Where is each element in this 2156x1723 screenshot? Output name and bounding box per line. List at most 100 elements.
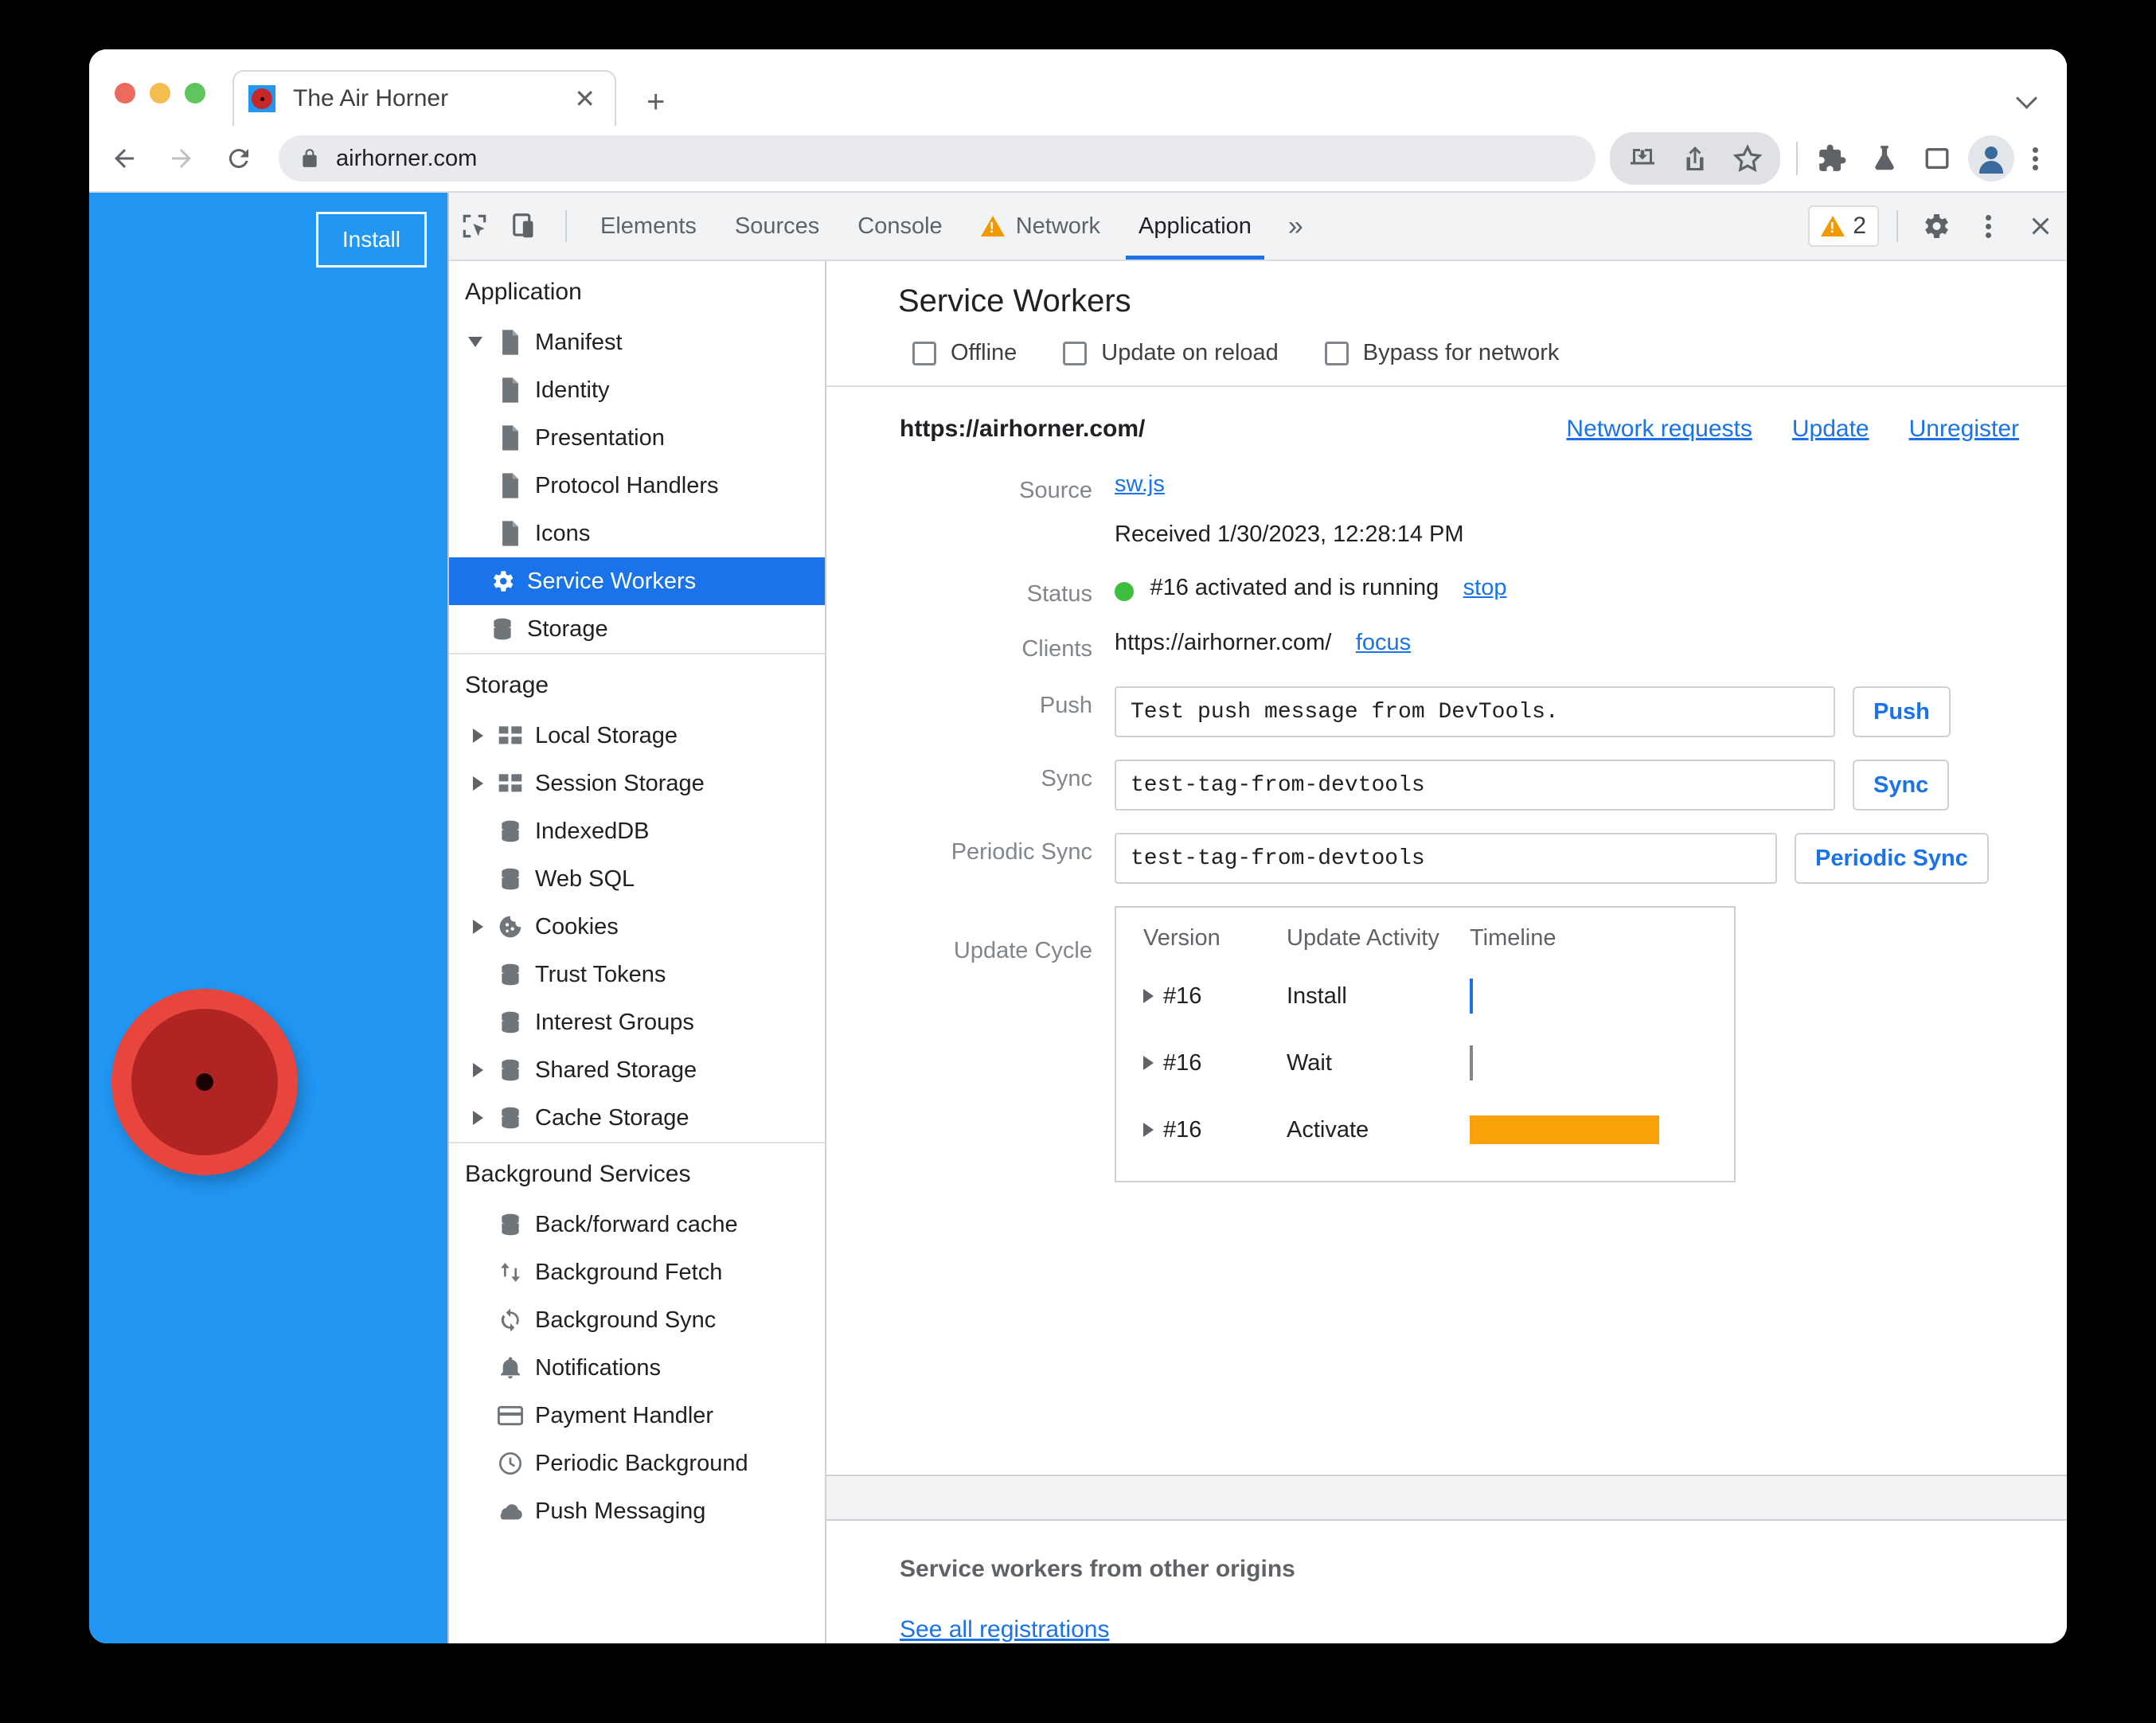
checkbox-update-on-reload[interactable] <box>1063 341 1088 365</box>
periodic-sync-button[interactable]: Periodic Sync <box>1795 833 1989 884</box>
warning-badge[interactable]: 2 <box>1808 205 1879 247</box>
table-row[interactable]: #16 Activate <box>1143 1096 1734 1163</box>
chevron-right-icon[interactable] <box>1143 1123 1154 1137</box>
close-icon[interactable]: ✕ <box>569 86 600 111</box>
air-horn-button[interactable] <box>111 989 298 1175</box>
inspect-element-icon[interactable] <box>449 193 500 260</box>
sidebar-item-interest-groups[interactable]: Interest Groups <box>449 998 825 1046</box>
cookie-icon <box>492 909 529 944</box>
update-link[interactable]: Update <box>1792 416 1869 443</box>
table-row[interactable]: #16 Install <box>1143 963 1734 1030</box>
toggle-bypass-for-network[interactable]: Bypass for network <box>1310 340 1560 366</box>
sidebar-item-background-sync[interactable]: Background Sync <box>449 1296 825 1344</box>
flask-icon[interactable] <box>1861 135 1908 182</box>
more-tabs-button[interactable]: » <box>1271 193 1321 260</box>
browser-window: The Air Horner ✕ + airhorner.com Install… <box>89 49 2067 1643</box>
sidebar-item-presentation[interactable]: Presentation <box>449 414 825 462</box>
sidebar-item-shared-storage[interactable]: Shared Storage <box>449 1046 825 1094</box>
sidebar-item-cookies[interactable]: Cookies <box>449 903 825 951</box>
window-close-button[interactable] <box>115 83 135 104</box>
sidebar-item-trust-tokens[interactable]: Trust Tokens <box>449 951 825 998</box>
sidebar-item-payment-handler[interactable]: Payment Handler <box>449 1392 825 1440</box>
row-activity: Activate <box>1287 1116 1369 1143</box>
sidebar-item-identity[interactable]: Identity <box>449 366 825 414</box>
toggle-label: Bypass for network <box>1362 340 1560 365</box>
window-maximize-button[interactable] <box>185 83 205 104</box>
chevron-down-icon[interactable] <box>2017 91 2038 102</box>
star-icon[interactable] <box>1724 135 1771 182</box>
close-icon[interactable] <box>2014 193 2067 260</box>
tab-sources[interactable]: Sources <box>716 193 838 260</box>
side-panel-icon[interactable] <box>1914 135 1960 182</box>
sidebar-item-label: Session Storage <box>535 770 705 796</box>
sidebar-item-protocol-handlers[interactable]: Protocol Handlers <box>449 462 825 510</box>
sidebar-item-push-messaging[interactable]: Push Messaging <box>449 1487 825 1535</box>
install-app-icon[interactable] <box>1619 135 1666 182</box>
new-tab-button[interactable]: + <box>646 86 665 118</box>
forward-arrow-icon[interactable] <box>159 136 204 181</box>
checkbox-bypass-for-network[interactable] <box>1324 341 1349 365</box>
section-title: Application <box>465 279 582 305</box>
share-icon[interactable] <box>1672 135 1718 182</box>
checkbox-offline[interactable] <box>912 341 936 365</box>
registration-actions: Network requests Update Unregister <box>1526 416 2019 443</box>
chevron-right-icon[interactable] <box>1143 1056 1154 1070</box>
browser-tab[interactable]: The Air Horner ✕ <box>232 70 616 126</box>
toolbar-actions <box>1610 132 2067 185</box>
toggle-update-on-reload[interactable]: Update on reload <box>1049 340 1279 366</box>
tab-network[interactable]: Network <box>962 193 1119 260</box>
window-minimize-button[interactable] <box>150 83 170 104</box>
sidebar-item-periodic-background[interactable]: Periodic Background <box>449 1440 825 1487</box>
sidebar-item-manifest[interactable]: Manifest <box>449 318 825 366</box>
toggle-offline[interactable]: Offline <box>898 340 1017 366</box>
sidebar-item-web-sql[interactable]: Web SQL <box>449 855 825 903</box>
sidebar-item-background-fetch[interactable]: Background Fetch <box>449 1248 825 1296</box>
tab-elements[interactable]: Elements <box>581 193 716 260</box>
periodic-sync-input[interactable] <box>1115 833 1777 884</box>
sidebar-item-label: Interest Groups <box>535 1009 694 1035</box>
see-all-registrations-link[interactable]: See all registrations <box>900 1616 1109 1643</box>
address-bar[interactable]: airhorner.com <box>279 135 1596 182</box>
source-file-link[interactable]: sw.js <box>1115 471 1165 497</box>
reload-icon[interactable] <box>217 136 261 181</box>
sync-input[interactable] <box>1115 760 1835 811</box>
puzzle-icon[interactable] <box>1809 135 1855 182</box>
three-dot-menu-icon[interactable] <box>1962 193 2014 260</box>
warning-count: 2 <box>1853 213 1866 239</box>
install-button[interactable]: Install <box>315 212 427 268</box>
sidebar-item-indexeddb[interactable]: IndexedDB <box>449 807 825 855</box>
tab-application[interactable]: Application <box>1119 193 1271 260</box>
sidebar-item-session-storage[interactable]: Session Storage <box>449 760 825 807</box>
sidebar-item-cache-storage[interactable]: Cache Storage <box>449 1094 825 1142</box>
stop-link[interactable]: stop <box>1463 575 1507 600</box>
tab-console[interactable]: Console <box>838 193 961 260</box>
field-periodic-sync: Periodic Sync Periodic Sync <box>876 833 2067 884</box>
table-row[interactable]: #16 Wait <box>1143 1030 1734 1096</box>
tab-strip: The Air Horner ✕ + <box>89 49 2067 126</box>
push-input[interactable] <box>1115 686 1835 737</box>
sidebar-item-service-workers[interactable]: Service Workers <box>449 557 825 605</box>
unregister-link[interactable]: Unregister <box>1909 416 2019 443</box>
warning-triangle-icon <box>1821 216 1845 236</box>
profile-avatar[interactable] <box>1968 135 2014 182</box>
sidebar-item-local-storage[interactable]: Local Storage <box>449 712 825 760</box>
field-label: Sync <box>1041 766 1092 791</box>
back-arrow-icon[interactable] <box>102 136 146 181</box>
source-received-text: Received 1/30/2023, 12:28:14 PM <box>1115 522 1464 547</box>
sidebar-item-storage[interactable]: Storage <box>449 605 825 653</box>
three-dot-menu-icon[interactable] <box>2019 135 2051 182</box>
sidebar-item-label: Local Storage <box>535 722 678 748</box>
document-icon <box>492 420 529 455</box>
sidebar-item-icons[interactable]: Icons <box>449 510 825 557</box>
chevron-right-icon[interactable] <box>1143 989 1154 1003</box>
network-requests-link[interactable]: Network requests <box>1566 416 1752 443</box>
row-version: #16 <box>1163 1049 1202 1076</box>
device-toolbar-icon[interactable] <box>500 193 551 260</box>
focus-link[interactable]: focus <box>1356 630 1411 655</box>
sync-button[interactable]: Sync <box>1853 760 1950 811</box>
push-button[interactable]: Push <box>1853 686 1951 737</box>
sidebar-item-notifications[interactable]: Notifications <box>449 1344 825 1392</box>
gear-icon[interactable] <box>1909 193 1962 260</box>
sidebar-item-back-forward-cache[interactable]: Back/forward cache <box>449 1201 825 1248</box>
sidebar-item-label: Back/forward cache <box>535 1211 738 1237</box>
